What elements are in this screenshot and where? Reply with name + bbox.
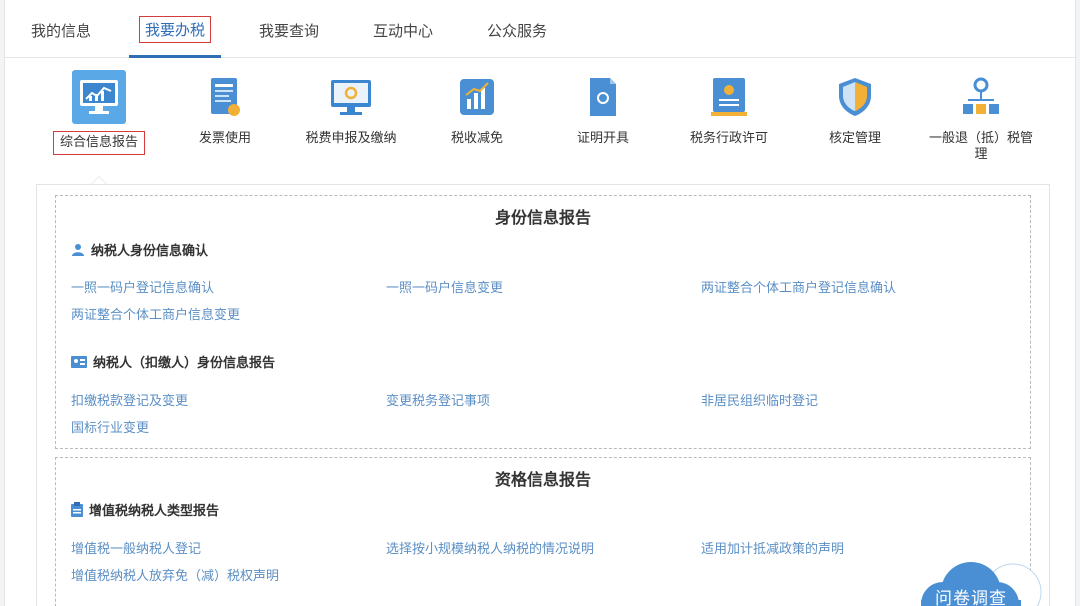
category-label: 综合信息报告 bbox=[52, 131, 145, 155]
monitor-icon bbox=[324, 70, 378, 124]
report-monitor-icon bbox=[72, 70, 126, 124]
chart-card-icon bbox=[450, 70, 504, 124]
category-label: 税费申报及缴纳 bbox=[305, 131, 397, 146]
group-title: 纳税人（扣缴人）身份信息报告 bbox=[71, 352, 275, 371]
link-item[interactable]: 一照一码户信息变更 bbox=[386, 277, 503, 296]
category-label: 发票使用 bbox=[198, 131, 251, 146]
section-identity-report: 身份信息报告 纳税人身份信息确认 一照一码户登记信息确认 一照一码户信息变更 两… bbox=[55, 195, 1031, 449]
tab-tax-handling[interactable]: 我要办税 bbox=[139, 16, 212, 43]
link-item[interactable]: 增值税纳税人放弃免（减）税权声明 bbox=[71, 565, 279, 584]
link-item[interactable]: 变更税务登记事项 bbox=[386, 390, 490, 409]
link-item[interactable]: 国标行业变更 bbox=[71, 417, 149, 436]
category-certificate-issuance[interactable]: 证明开具 bbox=[538, 70, 668, 147]
main-frame: 我的信息 我要办税 我要查询 互动中心 公众服务 综合信息报告 发票使用 税费申… bbox=[4, 0, 1077, 606]
category-label: 核定管理 bbox=[828, 131, 881, 146]
link-item[interactable]: 两证整合个体工商户信息变更 bbox=[71, 304, 240, 323]
org-chart-icon bbox=[954, 70, 1008, 124]
category-label: 税务行政许可 bbox=[689, 131, 768, 146]
tab-query[interactable]: 我要查询 bbox=[259, 20, 319, 41]
category-administrative-license[interactable]: 税务行政许可 bbox=[664, 70, 794, 147]
link-item[interactable]: 选择按小规模纳税人纳税的情况说明 bbox=[386, 538, 594, 557]
category-comprehensive-report[interactable]: 综合信息报告 bbox=[34, 70, 164, 155]
category-label: 税收减免 bbox=[450, 131, 503, 146]
tab-public-service[interactable]: 公众服务 bbox=[487, 20, 547, 41]
survey-button[interactable]: 问卷调查 bbox=[913, 556, 1053, 606]
group-title: 增值税纳税人类型报告 bbox=[71, 500, 219, 519]
tab-my-info[interactable]: 我的信息 bbox=[31, 20, 91, 41]
section-title: 资格信息报告 bbox=[494, 470, 591, 489]
group-title: 纳税人身份信息确认 bbox=[71, 240, 208, 259]
category-tax-declaration[interactable]: 税费申报及缴纳 bbox=[286, 70, 416, 147]
category-label: 一般退（抵）税管理 bbox=[916, 131, 1046, 163]
group-title-text: 纳税人身份信息确认 bbox=[91, 244, 209, 259]
shield-icon bbox=[828, 70, 882, 124]
tab-interaction-center[interactable]: 互动中心 bbox=[373, 20, 433, 41]
category-tax-relief[interactable]: 税收减免 bbox=[412, 70, 542, 147]
category-label: 证明开具 bbox=[576, 131, 629, 146]
link-item[interactable]: 两证整合个体工商户登记信息确认 bbox=[701, 277, 896, 296]
content-panel: 身份信息报告 纳税人身份信息确认 一照一码户登记信息确认 一照一码户信息变更 两… bbox=[36, 184, 1050, 606]
link-item[interactable]: 增值税一般纳税人登记 bbox=[71, 538, 201, 557]
link-item[interactable]: 一照一码户登记信息确认 bbox=[71, 277, 214, 296]
link-item[interactable]: 适用加计抵减政策的声明 bbox=[701, 538, 844, 557]
category-invoice-use[interactable]: 发票使用 bbox=[160, 70, 290, 147]
category-general-refund[interactable]: 一般退（抵）税管理 bbox=[916, 70, 1046, 163]
id-card-icon bbox=[71, 355, 87, 368]
survey-label: 问卷调查 bbox=[935, 589, 1007, 606]
link-item[interactable]: 扣缴税款登记及变更 bbox=[71, 390, 188, 409]
section-title: 身份信息报告 bbox=[494, 208, 591, 227]
link-item[interactable]: 非居民组织临时登记 bbox=[701, 390, 818, 409]
invoice-icon bbox=[198, 70, 252, 124]
category-label-line1: 一般退（抵）税管 bbox=[928, 131, 1033, 146]
group-title-text: 增值税纳税人类型报告 bbox=[89, 504, 220, 519]
top-nav-tabs: 我的信息 我要办税 我要查询 互动中心 公众服务 bbox=[5, 0, 1077, 58]
license-icon bbox=[702, 70, 756, 124]
section-qualification-report: 资格信息报告 增值税纳税人类型报告 增值税一般纳税人登记 选择按小规模纳税人纳税… bbox=[55, 457, 1031, 606]
group-title-text: 纳税人（扣缴人）身份信息报告 bbox=[93, 356, 276, 371]
category-row: 综合信息报告 发票使用 税费申报及缴纳 税收减免 证明开具 税务行政许可 核定管… bbox=[5, 60, 1077, 180]
certificate-icon bbox=[576, 70, 630, 124]
category-verification-management[interactable]: 核定管理 bbox=[790, 70, 920, 147]
clipboard-icon bbox=[71, 502, 83, 517]
person-icon bbox=[71, 243, 85, 257]
category-label-line2: 理 bbox=[974, 147, 988, 162]
active-tab-underline bbox=[129, 55, 221, 58]
